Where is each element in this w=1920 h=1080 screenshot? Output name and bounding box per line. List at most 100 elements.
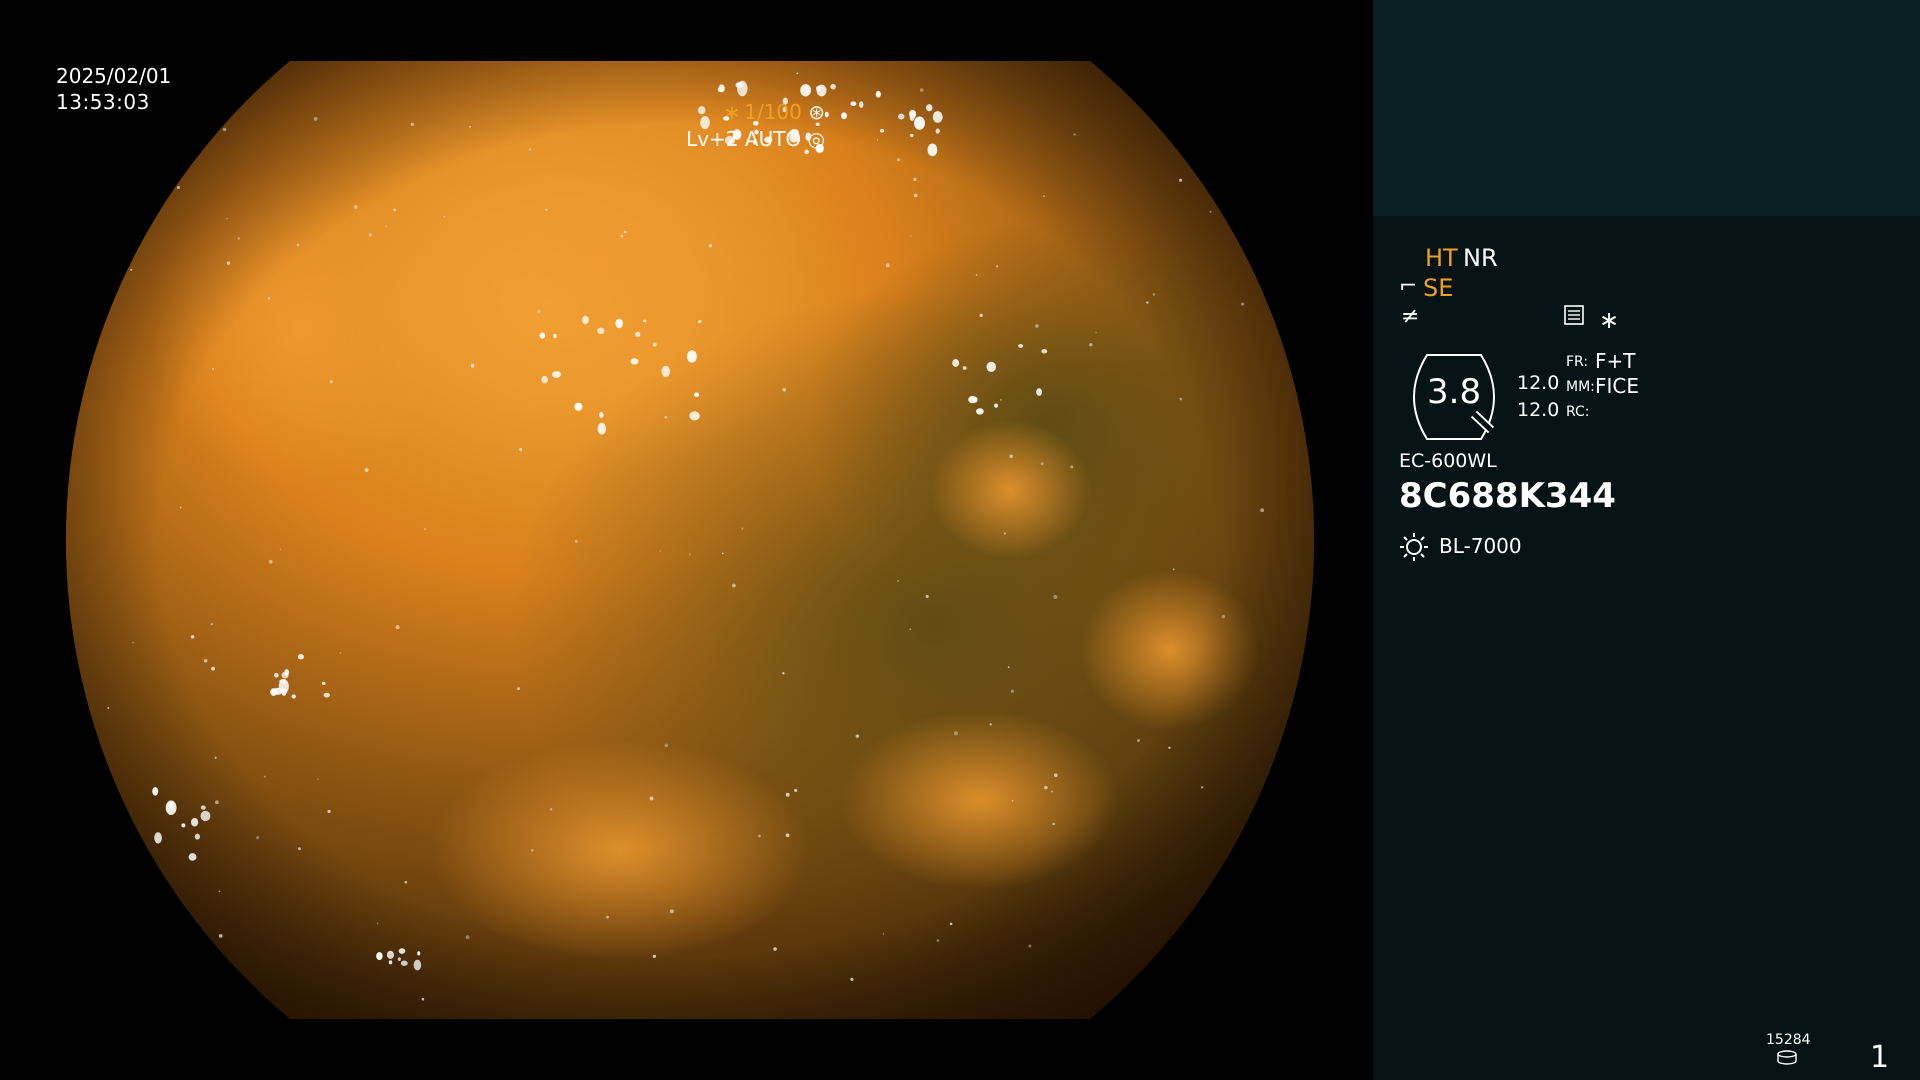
- mucosa-speck: [549, 808, 553, 811]
- mucosa-speck: [741, 527, 744, 530]
- mucosa-speck: [896, 157, 901, 162]
- specular-highlight: [188, 853, 197, 861]
- specular-highlight: [694, 392, 700, 397]
- mucosa-speck: [708, 244, 712, 248]
- specular-highlight: [830, 83, 836, 90]
- specular-highlight: [735, 81, 744, 89]
- mucosa-speck: [1264, 83, 1268, 86]
- specular-highlight: [975, 408, 984, 415]
- mucosa-speck: [1178, 178, 1183, 182]
- rc-label: RC:: [1566, 404, 1590, 420]
- mucosa-speck: [121, 871, 126, 876]
- mucosa-speck: [237, 237, 240, 240]
- specular-highlight: [880, 128, 885, 133]
- mucosa-speck: [364, 468, 369, 472]
- mucosa-speck: [368, 233, 372, 237]
- mucosa-speck: [1070, 465, 1074, 469]
- mucosa-speck: [545, 208, 548, 211]
- mucosa-speck: [470, 364, 475, 368]
- specular-highlight: [962, 366, 967, 370]
- mucosa-speck: [782, 672, 785, 675]
- mm-value: FICE: [1595, 374, 1640, 398]
- mucosa-speck: [758, 834, 761, 838]
- specular-highlight: [597, 422, 607, 435]
- specular-highlight: [541, 375, 548, 384]
- mucosa-speck: [1172, 568, 1175, 571]
- specular-highlight: [850, 101, 857, 106]
- specular-highlight: [909, 109, 917, 119]
- mucosa-speck: [329, 380, 333, 384]
- mucosa-speck: [975, 274, 978, 276]
- specular-highlight: [388, 960, 393, 965]
- specular-highlight: [815, 85, 822, 92]
- specular-highlight: [200, 805, 206, 810]
- specular-highlight: [643, 319, 647, 323]
- specular-highlight: [551, 371, 562, 378]
- mucosa-speck: [218, 890, 221, 893]
- mucosa-speck: [782, 387, 787, 392]
- specular-highlight: [875, 90, 881, 98]
- ht-indicator: HT: [1425, 244, 1458, 272]
- mucosa-speck: [721, 552, 724, 555]
- specular-highlight: [273, 672, 279, 678]
- specular-highlight: [925, 104, 933, 112]
- light-source-model: BL-7000: [1439, 534, 1522, 558]
- mucosa-speck: [190, 635, 195, 639]
- mucosa-speck: [404, 880, 408, 884]
- mucosa-speck: [132, 641, 134, 644]
- mucosa-speck: [1168, 746, 1171, 749]
- mucosa-speck: [1043, 195, 1045, 197]
- mucosa-speck: [1007, 666, 1010, 668]
- specular-highlight: [539, 332, 546, 339]
- specular-highlight: [574, 402, 583, 411]
- mucosa-speck: [268, 559, 273, 564]
- mucosa-speck: [909, 628, 911, 630]
- sharpness-icon: ≠: [1401, 304, 1420, 329]
- time-display: 13:53:03: [56, 90, 150, 114]
- mucosa-speck: [979, 313, 983, 318]
- mucosa-speck: [1241, 302, 1245, 306]
- storage-disk-icon: [1776, 1050, 1798, 1070]
- mucosa-speck: [1201, 786, 1204, 789]
- mucosa-speck: [1044, 785, 1048, 790]
- mucosa-speck: [519, 448, 523, 452]
- specular-highlight: [553, 334, 557, 339]
- specular-highlight: [400, 960, 408, 966]
- endoscope-video-area: 2025/02/01 13:53:03 ∗ 1/100 ⊛ Lv+2 AUTO …: [0, 0, 1373, 1080]
- mucosa-speck: [949, 922, 953, 926]
- mucosa-speck: [773, 947, 777, 951]
- mucosa-speck: [176, 185, 180, 189]
- mucosa-speck: [226, 261, 231, 265]
- iris-mode-value: Lv+2 AUTO: [686, 127, 802, 151]
- mucosa-speck: [1268, 176, 1271, 180]
- mucosa-speck: [1136, 739, 1140, 742]
- mucosa-speck: [794, 788, 798, 793]
- mucosa-speck: [606, 915, 609, 919]
- mucosa-speck: [659, 550, 661, 552]
- mucosa-speck: [327, 809, 331, 813]
- mucosa-speck: [317, 778, 319, 780]
- mucosa-speck: [855, 734, 860, 738]
- mucosa-speck: [469, 125, 471, 128]
- mucosa-speck: [897, 580, 900, 582]
- mucosa-speck: [796, 72, 799, 75]
- specular-highlight: [386, 950, 395, 959]
- mucosa-speck: [421, 997, 425, 1001]
- mucosa-speck: [1053, 773, 1058, 777]
- specular-highlight: [194, 833, 201, 840]
- mucosa-speck: [1146, 301, 1149, 304]
- mucosa-speck: [203, 659, 208, 663]
- mucosa-speck: [623, 230, 627, 234]
- mucosa-speck: [989, 723, 992, 726]
- mucosa-speck: [785, 833, 790, 838]
- specular-highlight: [181, 823, 186, 828]
- se-indicator: SE: [1423, 274, 1454, 302]
- specular-highlight: [932, 111, 943, 123]
- mucosa-speck: [395, 625, 400, 630]
- mucosa-speck: [689, 553, 691, 556]
- image-counter: 15284: [1766, 1032, 1811, 1048]
- specular-highlight: [582, 315, 589, 325]
- specular-highlight: [686, 350, 697, 363]
- nr-indicator: NR: [1463, 244, 1498, 272]
- specular-highlight: [698, 320, 702, 324]
